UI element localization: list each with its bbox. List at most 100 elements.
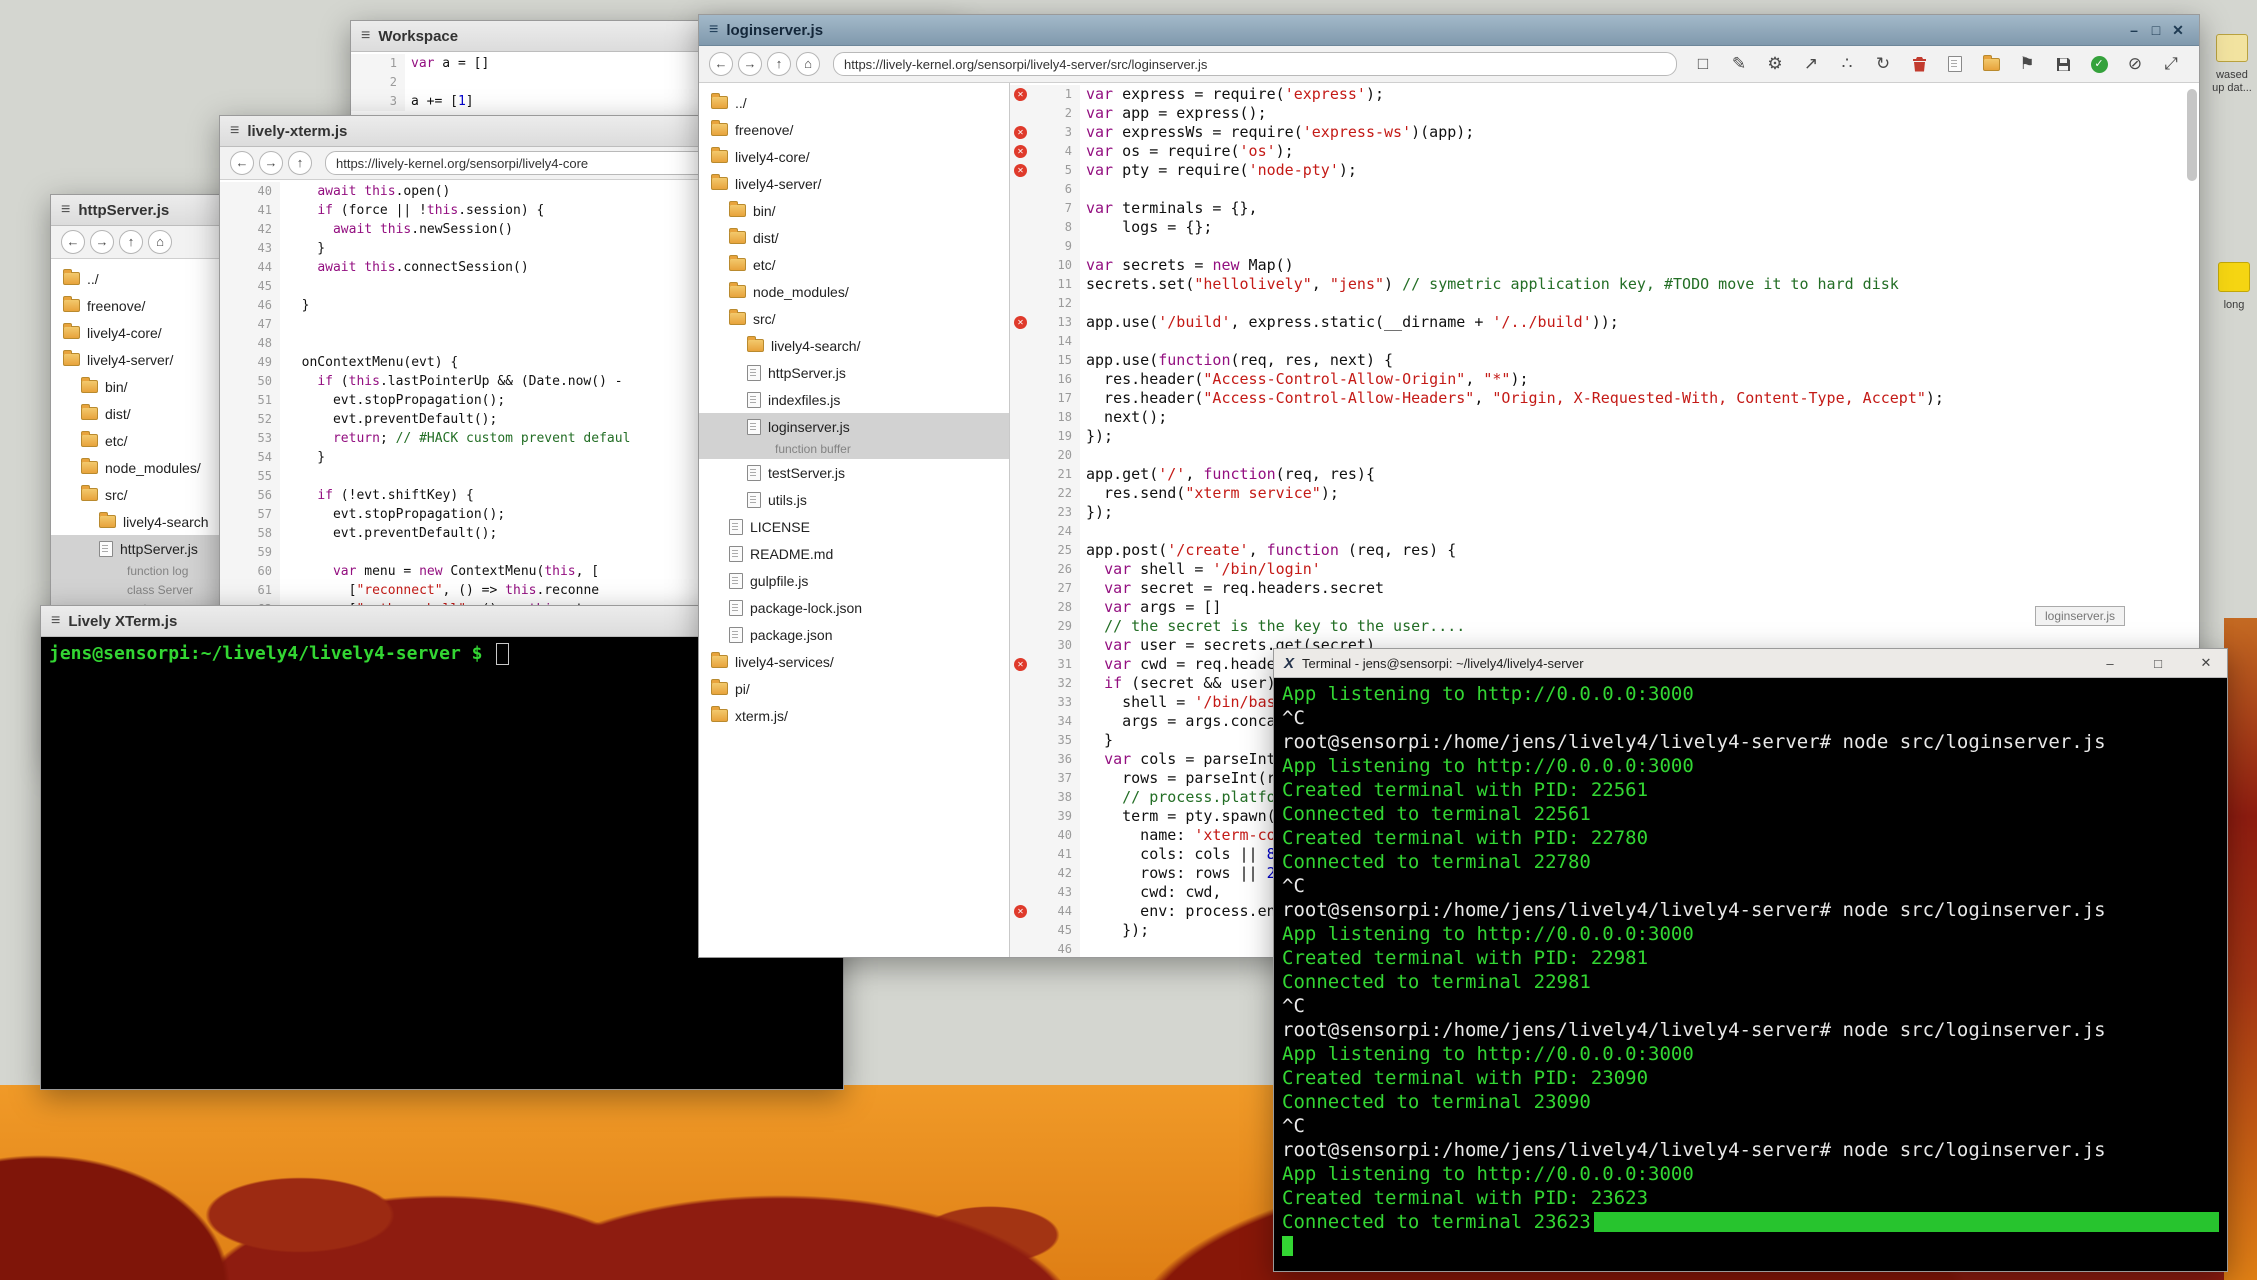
line-number: 17 — [1058, 389, 1072, 408]
new-folder-icon[interactable] — [1973, 51, 2009, 77]
terminal-titlebar[interactable]: X Terminal - jens@sensorpi: ~/lively4/li… — [1274, 649, 2227, 678]
tree-item[interactable]: bin/ — [699, 197, 1009, 224]
forward-button[interactable]: → — [738, 52, 762, 76]
home-button[interactable]: ⌂ — [148, 230, 172, 254]
up-button[interactable]: ↑ — [767, 52, 791, 76]
back-button[interactable]: ← — [709, 52, 733, 76]
menu-icon[interactable]: ≡ — [230, 122, 239, 140]
code-line[interactable]: 28 var args = [] — [1010, 598, 2199, 617]
tree-item[interactable]: package.json — [699, 621, 1009, 648]
minimize-button[interactable]: – — [2099, 656, 2121, 671]
code-line[interactable]: 9 — [1010, 237, 2199, 256]
code-line[interactable]: 24 — [1010, 522, 2199, 541]
tree-item[interactable]: lively4-services/ — [699, 648, 1009, 675]
code-line[interactable]: 18 next(); — [1010, 408, 2199, 427]
scrollbar-thumb[interactable] — [2187, 89, 2197, 181]
close-button[interactable]: ✕ — [2167, 22, 2189, 39]
code-line[interactable]: 15app.use(function(req, res, next) { — [1010, 351, 2199, 370]
code-line[interactable]: 16 res.header("Access-Control-Allow-Orig… — [1010, 370, 2199, 389]
fullscreen-icon[interactable]: ⤢ — [2153, 51, 2189, 77]
code-line[interactable]: 12 — [1010, 294, 2199, 313]
code-line[interactable]: 21app.get('/', function(req, res){ — [1010, 465, 2199, 484]
code-line[interactable]: 23}); — [1010, 503, 2199, 522]
new-file-icon[interactable] — [1937, 51, 1973, 77]
code-line[interactable]: 29 // the secret is the key to the user.… — [1010, 617, 2199, 636]
code-line[interactable]: 25app.post('/create', function (req, res… — [1010, 541, 2199, 560]
tree-item[interactable]: httpServer.js — [699, 359, 1009, 386]
menu-icon[interactable]: ≡ — [61, 201, 70, 219]
reload-icon[interactable]: ↻ — [1865, 51, 1901, 77]
code-line[interactable]: ✕3var expressWs = require('express-ws')(… — [1010, 123, 2199, 142]
edit-mode-checkbox[interactable]: □ — [1685, 51, 1721, 77]
menu-icon[interactable]: ≡ — [709, 21, 718, 39]
code-line[interactable]: ✕4var os = require('os'); — [1010, 142, 2199, 161]
terminal-output[interactable]: App listening to http://0.0.0.0:3000^Cro… — [1274, 678, 2227, 1271]
forward-button[interactable]: → — [90, 230, 114, 254]
address-bar[interactable] — [833, 52, 1677, 76]
tree-item[interactable]: README.md — [699, 540, 1009, 567]
code-line[interactable]: 2var app = express(); — [1010, 104, 2199, 123]
tree-item[interactable]: gulpfile.js — [699, 567, 1009, 594]
tree-item[interactable]: utils.js — [699, 486, 1009, 513]
code-line[interactable]: 6 — [1010, 180, 2199, 199]
close-button[interactable]: ✕ — [2195, 655, 2217, 671]
code-line[interactable]: 26 var shell = '/bin/login' — [1010, 560, 2199, 579]
code-line[interactable]: 10var secrets = new Map() — [1010, 256, 2199, 275]
code-line[interactable]: ✕1var express = require('express'); — [1010, 85, 2199, 104]
tree-item[interactable]: freenove/ — [699, 116, 1009, 143]
maximize-button[interactable]: □ — [2145, 22, 2167, 38]
tree-item[interactable]: LICENSE — [699, 513, 1009, 540]
desktop-icon[interactable]: wased up dat... — [2208, 34, 2256, 95]
tree-item[interactable]: node_modules/ — [699, 278, 1009, 305]
line-number: 28 — [1058, 598, 1072, 617]
gutter-cell: 48 — [220, 334, 280, 353]
up-button[interactable]: ↑ — [288, 151, 312, 175]
brush-icon[interactable]: ✎ — [1721, 51, 1757, 77]
cancel-icon[interactable]: ⊘ — [2117, 51, 2153, 77]
module-graph-icon[interactable]: ∴ — [1829, 51, 1865, 77]
tree-item[interactable]: lively4-server/ — [699, 170, 1009, 197]
tree-item[interactable]: package-lock.json — [699, 594, 1009, 621]
code-line[interactable]: 14 — [1010, 332, 2199, 351]
tree-item[interactable]: indexfiles.js — [699, 386, 1009, 413]
tree-item[interactable]: src/ — [699, 305, 1009, 332]
tree-item[interactable]: ../ — [699, 89, 1009, 116]
code-line[interactable]: ✕13app.use('/build', express.static(__di… — [1010, 313, 2199, 332]
minimize-button[interactable]: – — [2123, 22, 2145, 38]
tree-item[interactable]: pi/ — [699, 675, 1009, 702]
tree-item[interactable]: xterm.js/ — [699, 702, 1009, 729]
desktop-icon[interactable]: long — [2210, 262, 2257, 312]
open-external-icon[interactable]: ↗ — [1793, 51, 1829, 77]
menu-icon[interactable]: ≡ — [51, 612, 60, 630]
forward-button[interactable]: → — [259, 151, 283, 175]
code-line[interactable]: 19}); — [1010, 427, 2199, 446]
tree-item[interactable]: testServer.js — [699, 459, 1009, 486]
code-line[interactable]: 11secrets.set("hellolively", "jens") // … — [1010, 275, 2199, 294]
error-badge: ✕ — [1014, 316, 1027, 329]
tree-item[interactable]: dist/ — [699, 224, 1009, 251]
up-button[interactable]: ↑ — [119, 230, 143, 254]
code-line[interactable]: 27 var secret = req.headers.secret — [1010, 579, 2199, 598]
flag-icon[interactable]: ⚑ — [2009, 51, 2045, 77]
code-line[interactable]: 8 logs = {}; — [1010, 218, 2199, 237]
home-button[interactable]: ⌂ — [796, 52, 820, 76]
back-button[interactable]: ← — [61, 230, 85, 254]
maximize-button[interactable]: □ — [2147, 656, 2169, 671]
tree-item[interactable]: lively4-search/ — [699, 332, 1009, 359]
code-line[interactable]: ✕5var pty = require('node-pty'); — [1010, 161, 2199, 180]
tree-item[interactable]: etc/ — [699, 251, 1009, 278]
back-button[interactable]: ← — [230, 151, 254, 175]
code-line[interactable]: 20 — [1010, 446, 2199, 465]
settings-icon[interactable]: ⚙ — [1757, 51, 1793, 77]
accept-icon[interactable]: ✓ — [2081, 51, 2117, 77]
code-line[interactable]: 17 res.header("Access-Control-Allow-Head… — [1010, 389, 2199, 408]
delete-icon[interactable] — [1901, 51, 1937, 77]
save-icon[interactable] — [2045, 51, 2081, 77]
loginserver-titlebar[interactable]: ≡ loginserver.js –□✕ — [699, 15, 2199, 46]
tree-item-sublabel[interactable]: function buffer — [699, 440, 1009, 459]
code-line[interactable]: 7var terminals = {}, — [1010, 199, 2199, 218]
menu-icon[interactable]: ≡ — [361, 27, 370, 45]
tree-item[interactable]: lively4-core/ — [699, 143, 1009, 170]
tree-item[interactable]: loginserver.js — [699, 413, 1009, 440]
code-line[interactable]: 22 res.send("xterm service"); — [1010, 484, 2199, 503]
